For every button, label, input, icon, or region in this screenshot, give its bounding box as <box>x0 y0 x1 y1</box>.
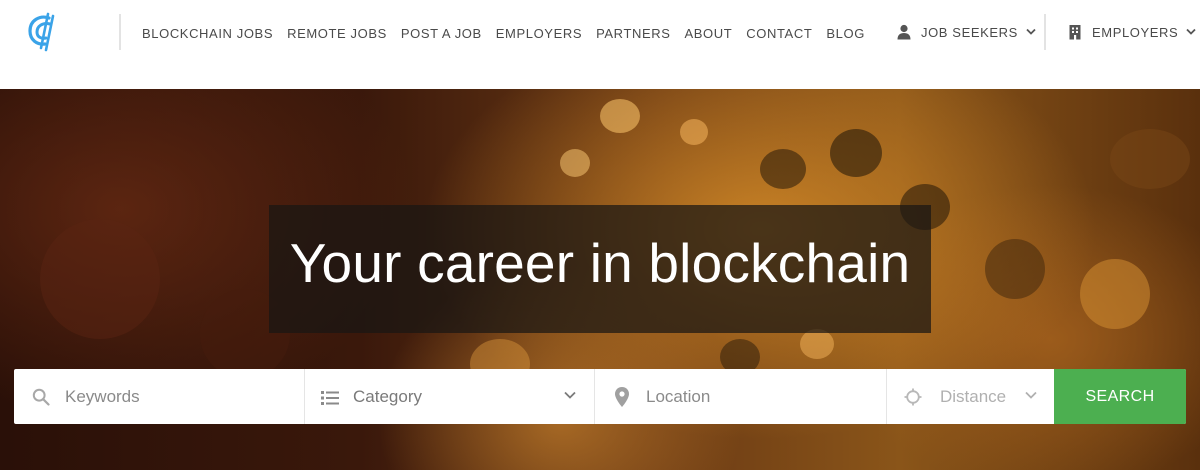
keywords-segment <box>14 369 305 424</box>
job-search-bar: Category Distance SEARCH <box>14 369 1186 424</box>
keywords-input[interactable] <box>14 369 304 424</box>
location-input[interactable] <box>595 369 886 424</box>
category-label: Category <box>353 387 422 406</box>
site-logo[interactable] <box>22 12 62 54</box>
nav-item-employers[interactable]: EMPLOYERS <box>496 26 582 41</box>
search-icon <box>32 388 50 406</box>
nav-item-about[interactable]: ABOUT <box>685 26 733 41</box>
nav-item-remote-jobs[interactable]: REMOTE JOBS <box>287 26 387 41</box>
site-header: BLOCKCHAIN JOBS REMOTE JOBS POST A JOB E… <box>0 0 1200 89</box>
nav-item-blockchain-jobs[interactable]: BLOCKCHAIN JOBS <box>142 26 273 41</box>
header-divider <box>119 14 121 50</box>
chevron-down-icon <box>1025 391 1037 399</box>
search-button[interactable]: SEARCH <box>1054 369 1186 424</box>
user-icon <box>897 24 911 40</box>
employers-label: EMPLOYERS <box>1092 24 1179 40</box>
hero-section: Your career in blockchain Category <box>0 89 1200 470</box>
main-nav: BLOCKCHAIN JOBS REMOTE JOBS POST A JOB E… <box>142 24 879 42</box>
list-icon <box>321 391 339 405</box>
location-segment <box>595 369 887 424</box>
job-seekers-label: JOB SEEKERS <box>921 24 1018 40</box>
hero-title: Your career in blockchain <box>289 232 911 294</box>
nav-item-post-a-job[interactable]: POST A JOB <box>401 26 482 41</box>
nav-item-contact[interactable]: CONTACT <box>746 26 812 41</box>
building-icon <box>1069 25 1081 40</box>
distance-label: Distance <box>940 387 1007 406</box>
chevron-down-icon <box>564 391 576 399</box>
crypto-c-logo-icon <box>28 12 55 52</box>
map-pin-icon <box>615 387 629 407</box>
hero-title-box: Your career in blockchain <box>269 205 931 333</box>
category-select[interactable]: Category <box>305 369 595 424</box>
chevron-down-icon <box>1026 28 1036 35</box>
distance-select[interactable]: Distance <box>887 369 1054 424</box>
chevron-down-icon <box>1186 28 1196 35</box>
nav-item-blog[interactable]: BLOG <box>826 26 865 41</box>
job-seekers-dropdown[interactable]: JOB SEEKERS <box>897 22 1036 42</box>
header-divider <box>1044 14 1046 50</box>
employers-dropdown[interactable]: EMPLOYERS <box>1068 22 1196 42</box>
nav-item-partners[interactable]: PARTNERS <box>596 26 670 41</box>
crosshair-icon <box>904 388 922 406</box>
